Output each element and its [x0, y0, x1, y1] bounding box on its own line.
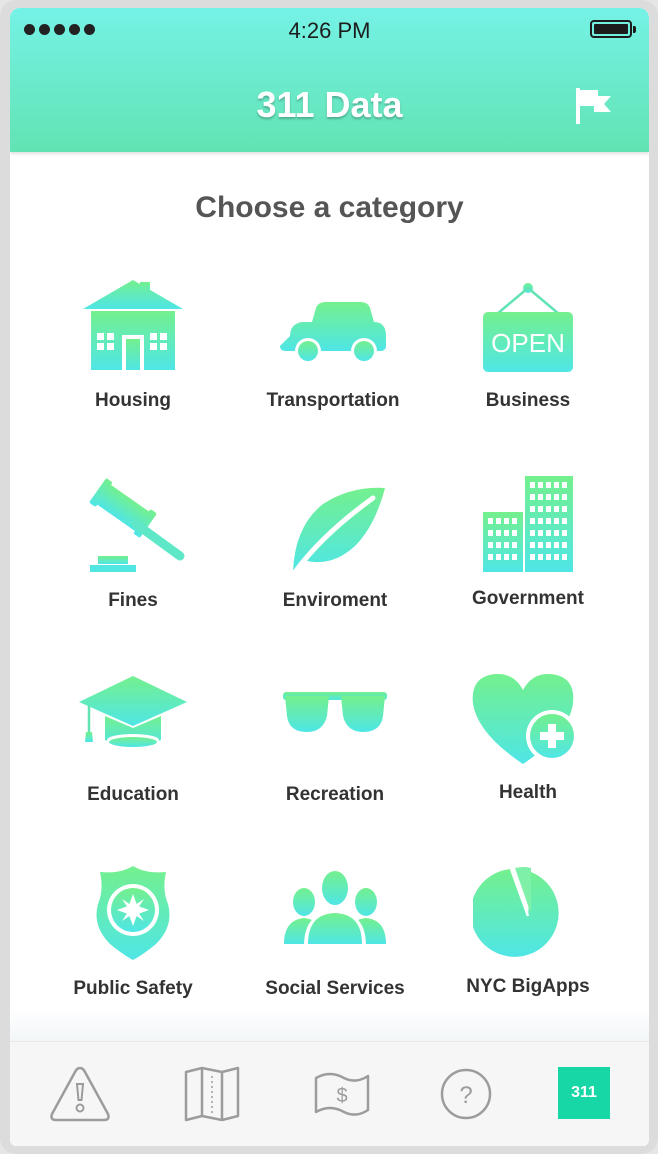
tab-311[interactable]: 311 [558, 1067, 610, 1119]
category-health[interactable]: Health [428, 668, 628, 804]
buildings-icon [483, 476, 573, 572]
flag-icon [576, 88, 611, 124]
money-icon: $ [314, 1072, 370, 1116]
tab-map[interactable] [180, 1062, 244, 1126]
category-recreation[interactable]: Recreation [235, 670, 435, 806]
sunglasses-icon [283, 692, 387, 732]
app-header: 4:26 PM 311 Data [10, 8, 649, 152]
category-label: Health [498, 782, 558, 803]
category-transportation[interactable]: Transportation [233, 276, 433, 412]
warning-icon [50, 1066, 110, 1122]
tab-money[interactable]: $ [310, 1062, 374, 1126]
tab-alerts[interactable] [48, 1062, 112, 1126]
open-sign-text: OPEN [491, 328, 565, 358]
category-nyc-bigapps[interactable]: NYC BigApps [428, 862, 628, 998]
311-icon: 311 [571, 1084, 597, 1101]
status-bar: 4:26 PM [10, 8, 649, 52]
category-label: Housing [95, 390, 171, 411]
gavel-icon [89, 478, 185, 572]
category-label: Enviroment [282, 590, 388, 611]
category-enviroment[interactable]: Enviroment [235, 476, 435, 612]
battery-full-icon [590, 20, 636, 38]
tab-help[interactable]: ? [434, 1062, 498, 1126]
page-subtitle: Choose a category [195, 191, 464, 224]
scroll-fade [10, 1008, 649, 1042]
category-public-safety[interactable]: Public Safety [33, 864, 233, 1000]
leaf-icon [292, 487, 385, 575]
app-title: 311 Data [256, 84, 403, 125]
app-screen: 4:26 PM 311 Data Choose a category Housi… [10, 8, 649, 1146]
svg-text:?: ? [459, 1082, 472, 1109]
category-label: Government [472, 588, 584, 609]
car-icon [280, 302, 386, 364]
graduation-cap-icon [79, 676, 187, 747]
status-time: 4:26 PM [288, 18, 371, 43]
people-icon [284, 869, 386, 946]
category-label: Fines [108, 590, 158, 611]
pie-chart-icon [473, 867, 559, 957]
category-label: Transportation [266, 390, 400, 411]
category-housing[interactable]: Housing [33, 276, 233, 412]
category-label: Social Services [265, 978, 405, 999]
category-fines[interactable]: Fines [33, 476, 233, 612]
heart-plus-icon [472, 673, 578, 764]
flag-button[interactable] [573, 84, 615, 126]
category-label: Education [87, 784, 179, 805]
device-frame: 4:26 PM 311 Data Choose a category Housi… [0, 0, 658, 1154]
category-label: Business [485, 390, 571, 411]
map-icon [184, 1066, 240, 1122]
house-icon [83, 280, 183, 370]
help-icon: ? [440, 1068, 492, 1120]
open-sign-icon: OPEN [483, 283, 573, 372]
category-label: Recreation [285, 784, 385, 805]
category-social-services[interactable]: Social Services [235, 864, 435, 1000]
police-badge-icon [96, 866, 170, 960]
svg-text:$: $ [336, 1085, 347, 1107]
category-education[interactable]: Education [33, 670, 233, 806]
category-label: NYC BigApps [466, 976, 590, 997]
category-government[interactable]: Government [428, 474, 628, 610]
tab-bar: $ ? 311 [10, 1041, 649, 1146]
category-business[interactable]: OPEN Business [428, 276, 628, 412]
category-label: Public Safety [73, 978, 193, 999]
